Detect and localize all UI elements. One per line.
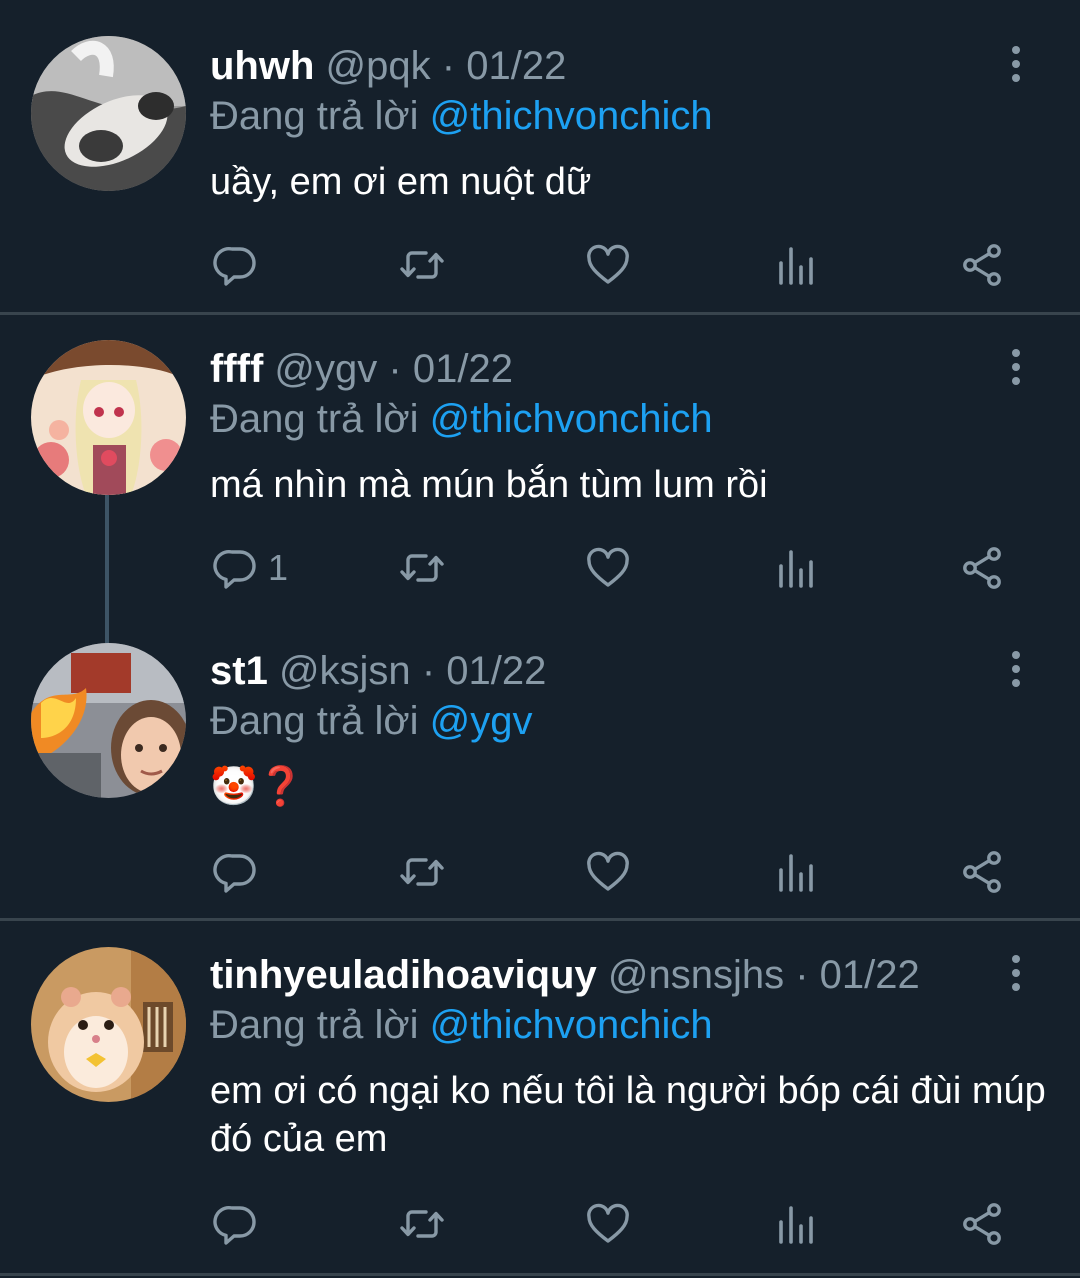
retweet-icon bbox=[398, 848, 446, 896]
separator-dot: · bbox=[421, 649, 436, 693]
share-icon bbox=[958, 1200, 1006, 1248]
display-name[interactable]: uhwh bbox=[210, 44, 314, 88]
reply-mention[interactable]: @thichvonchich bbox=[430, 397, 713, 441]
retweet-button[interactable] bbox=[398, 847, 446, 897]
analytics-button[interactable] bbox=[771, 1199, 819, 1249]
reply-button[interactable]: 1 bbox=[212, 543, 288, 593]
tweet[interactable]: ffff @ygv · 01/22 Đang trả lời @thichvon… bbox=[0, 315, 1080, 625]
more-vertical-icon[interactable] bbox=[1004, 649, 1028, 689]
tweet[interactable]: uhwh @pqk · 01/22 Đang trả lời @thichvon… bbox=[0, 0, 1080, 312]
tweet-date[interactable]: 01/22 bbox=[413, 347, 513, 391]
tweet-date[interactable]: 01/22 bbox=[446, 649, 546, 693]
share-button[interactable] bbox=[958, 543, 1006, 593]
share-icon bbox=[958, 544, 1006, 592]
analytics-icon bbox=[771, 241, 819, 289]
username[interactable]: @ksjsn bbox=[279, 649, 411, 693]
analytics-icon bbox=[771, 848, 819, 896]
share-button[interactable] bbox=[958, 240, 1006, 290]
like-button[interactable] bbox=[584, 1199, 632, 1249]
reply-mention[interactable]: @ygv bbox=[430, 699, 533, 743]
retweet-button[interactable] bbox=[398, 1199, 446, 1249]
replying-to: Đang trả lời @thichvonchich bbox=[210, 92, 713, 140]
reply-icon bbox=[212, 544, 260, 592]
retweet-icon bbox=[398, 241, 446, 289]
tweet-actions: 1 bbox=[0, 543, 1080, 593]
share-icon bbox=[958, 848, 1006, 896]
tweet-date[interactable]: 01/22 bbox=[820, 953, 920, 997]
share-button[interactable] bbox=[958, 847, 1006, 897]
separator-dot: · bbox=[388, 347, 402, 391]
reply-icon bbox=[212, 848, 260, 896]
reply-prefix: Đang trả lời bbox=[210, 397, 419, 441]
retweet-icon bbox=[398, 544, 446, 592]
separator-dot: · bbox=[795, 953, 809, 997]
share-button[interactable] bbox=[958, 1199, 1006, 1249]
avatar[interactable] bbox=[31, 340, 186, 495]
username[interactable]: @ygv bbox=[274, 347, 377, 391]
tweet-text: em ơi có ngại ko nếu tôi là người bóp cá… bbox=[210, 1070, 1046, 1160]
reply-icon bbox=[212, 241, 260, 289]
more-vertical-icon[interactable] bbox=[1004, 347, 1028, 387]
username[interactable]: @pqk bbox=[326, 44, 431, 88]
tweet-text: má nhìn mà mún bắn tùm lum rồi bbox=[210, 464, 768, 506]
reply-mention[interactable]: @thichvonchich bbox=[430, 1003, 713, 1047]
reply-prefix: Đang trả lời bbox=[210, 94, 419, 138]
tweet-date[interactable]: 01/22 bbox=[466, 44, 566, 88]
tweet-text: uầy, em ơi em nuột dữ bbox=[210, 161, 592, 203]
reply-button[interactable] bbox=[212, 847, 268, 897]
tweet[interactable]: tinhyeuladihoaviquy @nsnsjhs · 01/22 Đan… bbox=[0, 921, 1080, 1278]
avatar[interactable] bbox=[31, 947, 186, 1102]
display-name[interactable]: ffff bbox=[210, 347, 263, 391]
tweet-actions bbox=[0, 240, 1080, 290]
more-vertical-icon[interactable] bbox=[1004, 953, 1028, 993]
reply-prefix: Đang trả lời bbox=[210, 1003, 419, 1047]
like-button[interactable] bbox=[584, 847, 632, 897]
tweet-text: 🤡❓ bbox=[210, 766, 305, 808]
thread-line bbox=[105, 619, 109, 643]
heart-icon bbox=[584, 544, 632, 592]
avatar[interactable] bbox=[31, 643, 186, 798]
more-vertical-icon[interactable] bbox=[1004, 44, 1028, 84]
tweet-actions bbox=[0, 847, 1080, 897]
heart-icon bbox=[584, 1200, 632, 1248]
retweet-icon bbox=[398, 1200, 446, 1248]
username[interactable]: @nsnsjhs bbox=[608, 953, 784, 997]
heart-icon bbox=[584, 241, 632, 289]
reply-button[interactable] bbox=[212, 240, 268, 290]
replying-to: Đang trả lời @thichvonchich bbox=[210, 1001, 713, 1049]
divider bbox=[0, 1273, 1080, 1276]
reply-icon bbox=[212, 1200, 260, 1248]
analytics-button[interactable] bbox=[771, 847, 819, 897]
display-name[interactable]: tinhyeuladihoaviquy bbox=[210, 953, 597, 997]
reply-mention[interactable]: @thichvonchich bbox=[430, 94, 713, 138]
avatar[interactable] bbox=[31, 36, 186, 191]
like-button[interactable] bbox=[584, 543, 632, 593]
tweet-actions bbox=[0, 1199, 1080, 1249]
retweet-button[interactable] bbox=[398, 240, 446, 290]
display-name[interactable]: st1 bbox=[210, 649, 268, 693]
replying-to: Đang trả lời @thichvonchich bbox=[210, 395, 713, 443]
reply-prefix: Đang trả lời bbox=[210, 699, 419, 743]
share-icon bbox=[958, 241, 1006, 289]
like-button[interactable] bbox=[584, 240, 632, 290]
tweet[interactable]: st1 @ksjsn · 01/22 Đang trả lời @ygv 🤡❓ bbox=[0, 619, 1080, 919]
reply-count: 1 bbox=[268, 547, 289, 588]
analytics-icon bbox=[771, 544, 819, 592]
analytics-icon bbox=[771, 1200, 819, 1248]
replying-to: Đang trả lời @ygv bbox=[210, 697, 533, 745]
analytics-button[interactable] bbox=[771, 240, 819, 290]
reply-button[interactable] bbox=[212, 1199, 268, 1249]
separator-dot: · bbox=[441, 44, 456, 88]
retweet-button[interactable] bbox=[398, 543, 446, 593]
heart-icon bbox=[584, 848, 632, 896]
analytics-button[interactable] bbox=[771, 543, 819, 593]
